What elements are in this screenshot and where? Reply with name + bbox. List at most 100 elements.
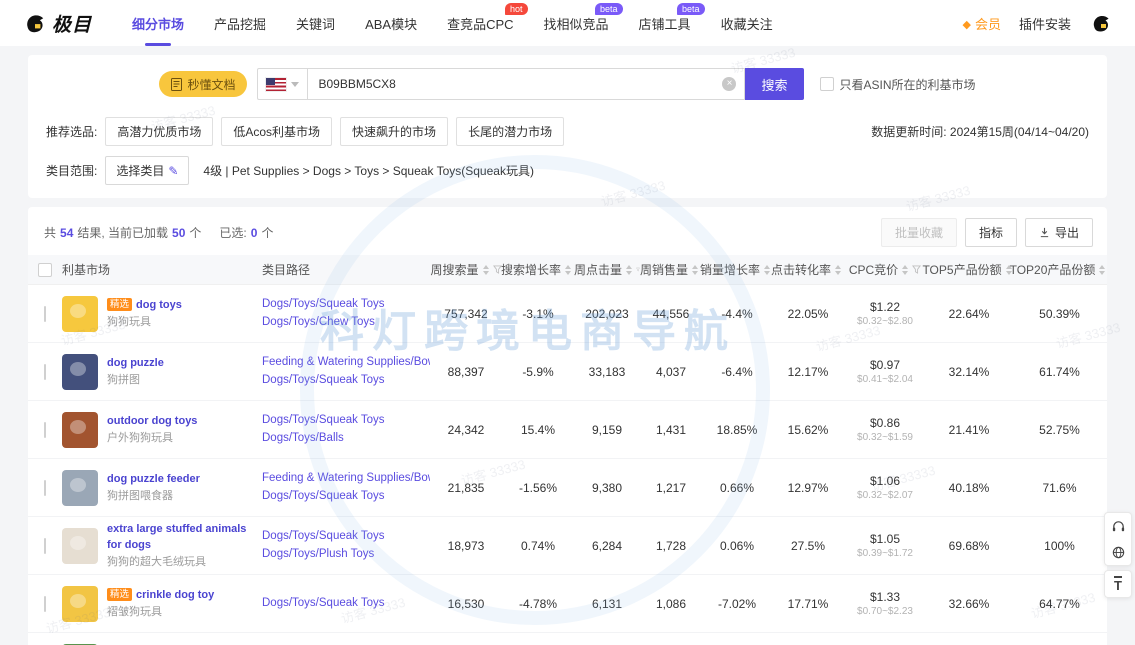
batch-favorite-button[interactable]: 批量收藏	[881, 218, 957, 247]
cell-checkbox	[28, 307, 62, 321]
search-button[interactable]: 搜索	[745, 68, 803, 100]
cell-clicks: 6,284	[574, 539, 640, 553]
nav-tab-label: 关键词	[296, 17, 335, 32]
category-path-link[interactable]: Dogs/Toys/Squeak Toys	[262, 372, 430, 389]
row-checkbox[interactable]	[44, 422, 46, 438]
category-path-link[interactable]: Dogs/Toys/Chew Toys	[262, 314, 430, 331]
update-value: 2024第15周(04/14~04/20)	[950, 125, 1089, 139]
category-path-link[interactable]: Feeding & Watering Supplies/Bowl...	[262, 470, 430, 487]
app-logo[interactable]: 极目	[22, 10, 92, 37]
cell-search_volume: 88,397	[430, 365, 502, 379]
recommend-option-0[interactable]: 高潜力优质市场	[105, 117, 213, 146]
header-checkbox[interactable]	[38, 263, 52, 277]
category-path-link[interactable]: Dogs/Toys/Balls	[262, 430, 430, 447]
product-thumbnail[interactable]	[62, 354, 98, 390]
product-thumbnail[interactable]	[62, 528, 98, 564]
niche-name-link[interactable]: dog toys	[136, 299, 182, 311]
nav-tab-0[interactable]: 细分市场	[132, 14, 184, 33]
select-category-button[interactable]: 选择类目	[105, 156, 189, 185]
row-checkbox[interactable]	[44, 364, 46, 380]
category-path-link[interactable]: Dogs/Toys/Squeak Toys	[262, 296, 430, 313]
column-header-cpc[interactable]: CPC竞价	[844, 261, 926, 278]
column-label: TOP5产品份额	[922, 261, 1001, 278]
niche-name-link[interactable]: dog puzzle	[107, 357, 164, 369]
row-checkbox[interactable]	[44, 596, 46, 612]
recommend-option-2[interactable]: 快速飙升的市场	[340, 117, 448, 146]
doc-guide-button[interactable]: 秒懂文档	[159, 71, 247, 97]
sort-icon[interactable]	[1099, 262, 1105, 278]
sort-icon[interactable]	[764, 262, 770, 278]
niche-info: 精选crinkle dog toy褶皱狗玩具	[107, 587, 214, 620]
table-row: dog puzzle feeder狗拼图喂食器Feeding & Waterin…	[28, 459, 1107, 517]
column-header-search_volume[interactable]: 周搜索量	[430, 261, 502, 278]
product-thumbnail[interactable]	[62, 412, 98, 448]
column-header-cvr[interactable]: 点击转化率	[772, 261, 844, 278]
column-header-top5[interactable]: TOP5产品份额	[926, 261, 1012, 278]
sort-icon[interactable]	[902, 262, 908, 278]
support-button[interactable]	[1105, 513, 1131, 539]
nav-tab-3[interactable]: ABA模块	[365, 14, 417, 33]
column-header-sales_growth[interactable]: 销量增长率	[702, 261, 772, 278]
cell-sales: 1,728	[640, 539, 702, 553]
category-path-link[interactable]: Dogs/Toys/Squeak Toys	[262, 595, 430, 612]
document-icon	[171, 78, 182, 91]
column-header-search_growth[interactable]: 搜索增长率	[502, 261, 574, 278]
metrics-button[interactable]: 指标	[965, 218, 1017, 247]
category-path-link[interactable]: Dogs/Toys/Squeak Toys	[262, 528, 430, 545]
recommend-option-1[interactable]: 低Acos利基市场	[221, 117, 332, 146]
nav-tab-6[interactable]: 店铺工具beta	[639, 14, 691, 33]
cell-top20: 50.39%	[1012, 307, 1107, 321]
column-header-sales[interactable]: 周销售量	[640, 261, 702, 278]
category-path-link[interactable]: Feeding & Watering Supplies/Bowl...	[262, 354, 430, 371]
niche-name-line: 精选crinkle dog toy	[107, 587, 214, 603]
row-checkbox[interactable]	[44, 538, 46, 554]
niche-info: outdoor dog toys户外狗狗玩具	[107, 413, 197, 446]
filter-icon[interactable]	[912, 265, 921, 274]
sort-icon[interactable]	[626, 262, 632, 278]
cell-search_growth: 15.4%	[502, 423, 574, 437]
row-checkbox[interactable]	[44, 480, 46, 496]
plugin-install-link[interactable]: 插件安装	[1019, 14, 1071, 33]
category-path-link[interactable]: Dogs/Toys/Squeak Toys	[262, 412, 430, 429]
back-to-top-button[interactable]	[1105, 571, 1131, 597]
column-header-top20[interactable]: TOP20产品份额	[1012, 261, 1107, 278]
nav-tab-4[interactable]: 查竞品CPChot	[447, 14, 513, 33]
product-thumbnail[interactable]	[62, 470, 98, 506]
nav-tab-2[interactable]: 关键词	[296, 14, 335, 33]
recommend-buttons: 高潜力优质市场低Acos利基市场快速飙升的市场长尾的潜力市场	[105, 117, 564, 146]
sort-icon[interactable]	[483, 262, 489, 278]
niche-name-link[interactable]: extra large stuffed animals for dogs	[107, 523, 246, 551]
asin-only-checkbox-row[interactable]: 只看ASIN所在的利基市场	[820, 76, 976, 93]
nav-tab-5[interactable]: 找相似竞品beta	[544, 14, 609, 33]
category-path-link[interactable]: Dogs/Toys/Plush Toys	[262, 546, 430, 563]
browser-button[interactable]	[1105, 539, 1131, 565]
cell-search_volume: 24,342	[430, 423, 502, 437]
cell-niche: 精选crinkle dog toy褶皱狗玩具	[62, 586, 262, 622]
niche-name-link[interactable]: dog puzzle feeder	[107, 473, 200, 485]
globe-icon	[1111, 545, 1126, 560]
column-header-clicks[interactable]: 周点击量	[574, 261, 640, 278]
niche-name-link[interactable]: crinkle dog toy	[136, 589, 214, 601]
nav-tab-1[interactable]: 产品挖掘	[214, 14, 266, 33]
nav-tab-7[interactable]: 收藏关注	[721, 14, 773, 33]
asin-only-checkbox[interactable]	[820, 77, 834, 91]
category-path-link[interactable]: Dogs/Toys/Squeak Toys	[262, 488, 430, 505]
sort-icon[interactable]	[692, 262, 698, 278]
sort-icon[interactable]	[835, 262, 841, 278]
cpc-range: $0.70~$2.23	[844, 606, 926, 617]
product-thumbnail[interactable]	[62, 586, 98, 622]
table-row: 精选dog toys狗狗玩具Dogs/Toys/Squeak ToysDogs/…	[28, 285, 1107, 343]
nav-tab-label: 查竞品CPC	[447, 17, 513, 32]
marketplace-select[interactable]	[257, 68, 307, 100]
export-button[interactable]: 导出	[1025, 218, 1093, 247]
vip-link[interactable]: 会员	[963, 14, 1001, 33]
doc-guide-label: 秒懂文档	[187, 76, 235, 93]
niche-badge: 精选	[107, 298, 132, 311]
row-checkbox[interactable]	[44, 306, 46, 322]
asin-search-input[interactable]	[308, 69, 744, 99]
sort-icon[interactable]	[565, 262, 571, 278]
niche-name-link[interactable]: outdoor dog toys	[107, 415, 197, 427]
cell-top5: 21.41%	[926, 423, 1012, 437]
recommend-option-3[interactable]: 长尾的潜力市场	[456, 117, 564, 146]
product-thumbnail[interactable]	[62, 296, 98, 332]
